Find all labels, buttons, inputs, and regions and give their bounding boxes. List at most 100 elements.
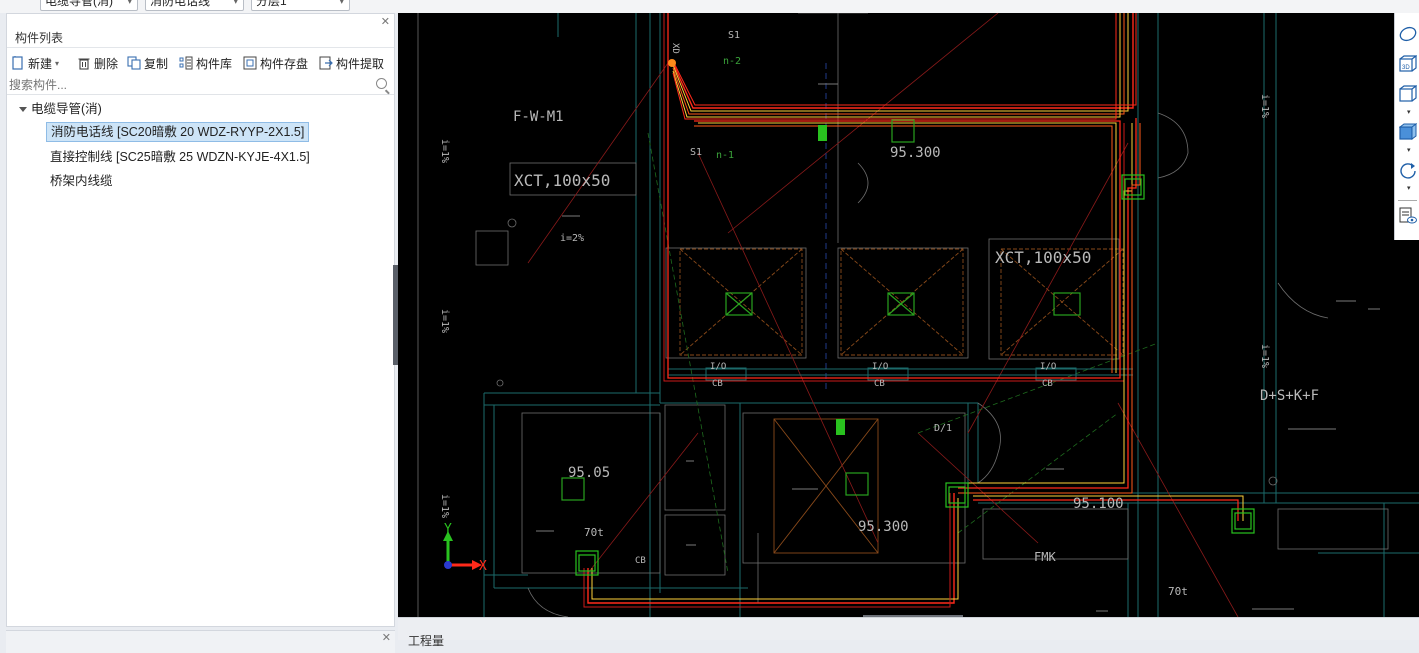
quantity-panel-header: 工程量: [398, 617, 1419, 648]
tree-root-label: 电缆导管(消): [31, 102, 102, 116]
label-n2: n-2: [723, 56, 741, 67]
tree-item-label: 消防电话线 [SC20暗敷 20 WDZ-RYYP-2X1.5]: [51, 125, 305, 139]
search-icon[interactable]: [376, 78, 387, 89]
component-list-body: 构件列表 ✕ 新建 ▾ 删除 复制 构件库 构件存盘 构件提取 搜索构件... …: [6, 13, 395, 627]
component-toolbar: 新建 ▾ 删除 复制 构件库 构件存盘 构件提取: [7, 52, 394, 74]
chevron-down-icon: ▾: [127, 0, 132, 6]
copy-button[interactable]: 复制: [127, 52, 168, 74]
copy-label: 复制: [144, 56, 169, 71]
tree-item-label: 直接控制线 [SC25暗敷 25 WDZN-KYJE-4X1.5]: [50, 150, 310, 164]
label-io: I/O: [710, 362, 726, 372]
cable-start-point: [668, 59, 676, 67]
tree-item-fire-phone-line[interactable]: 消防电话线 [SC20暗敷 20 WDZ-RYYP-2X1.5]: [46, 122, 310, 142]
label-cb: CB: [874, 379, 885, 389]
ucs-axis: Y X: [443, 522, 487, 574]
close-icon[interactable]: ✕: [382, 631, 391, 644]
label-elevation: 95.300: [858, 519, 909, 535]
cad-drawing-canvas[interactable]: F-W-M1 XCT,100x50 XCT,100x50 95.300 95.0…: [398, 13, 1419, 617]
solid-cube-icon[interactable]: [1398, 123, 1418, 141]
search-input[interactable]: [7, 77, 357, 93]
top-toolbar: 电缆导管(消) ▾ 消防电话线 ▾ 分层1 ▾: [0, 0, 1419, 13]
view-toolbar: 3D ▾ ▾ ▾: [1394, 13, 1419, 240]
tree-root-cable-conduit[interactable]: 电缆导管(消): [19, 99, 102, 119]
new-file-icon: [11, 56, 25, 70]
quantity-panel-title: 工程量: [408, 634, 445, 648]
axis-x-label: X: [479, 559, 487, 574]
3d-view-icon[interactable]: 3D: [1399, 55, 1418, 73]
label-io: I/O: [1040, 362, 1056, 372]
component-dropdown-value: 消防电话线: [150, 0, 211, 8]
chevron-down-icon[interactable]: ▾: [1407, 146, 1411, 154]
label-slope: i=1%: [439, 309, 450, 333]
label-s1: S1: [728, 30, 740, 41]
label-cb: CB: [1042, 379, 1053, 389]
label-70t: 70t: [1168, 585, 1188, 598]
new-label: 新建: [28, 56, 53, 71]
category-dropdown[interactable]: 电缆导管(消) ▾: [40, 0, 138, 11]
tree-item-direct-control-line[interactable]: 直接控制线 [SC25暗敷 25 WDZN-KYJE-4X1.5]: [50, 147, 310, 167]
cad-labels: F-W-M1 XCT,100x50 XCT,100x50 95.300 95.0…: [439, 30, 1319, 598]
tree-item-tray-cable[interactable]: 桥架内线缆: [50, 171, 113, 191]
label-d1: D/1: [934, 423, 952, 434]
secondary-panel-header: ✕: [6, 630, 395, 653]
save-component-icon: [243, 56, 257, 70]
orbit-icon[interactable]: [1399, 25, 1417, 43]
label-cb: CB: [712, 379, 723, 389]
divider: [1398, 200, 1417, 201]
tree-item-label: 桥架内线缆: [50, 174, 113, 188]
device-marker: [818, 125, 827, 141]
label-xd: XD: [670, 43, 680, 54]
extract-component-label: 构件提取: [336, 56, 385, 71]
label-slope: i=2%: [560, 233, 584, 244]
component-list-panel: 构件列表 ✕ 新建 ▾ 删除 复制 构件库 构件存盘 构件提取 搜索构件... …: [0, 13, 398, 653]
new-button[interactable]: 新建 ▾: [11, 52, 59, 74]
label-70t: 70t: [584, 526, 604, 539]
floor-dropdown-value: 分层1: [256, 0, 287, 8]
extract-component-button[interactable]: 构件提取: [319, 52, 384, 74]
label-xct-1: XCT,100x50: [514, 171, 610, 190]
category-dropdown-value: 电缆导管(消): [45, 0, 113, 8]
layer-visibility-icon[interactable]: [1399, 207, 1417, 225]
chevron-down-icon: ▾: [339, 0, 344, 6]
device-marker: [836, 419, 845, 435]
library-button[interactable]: 构件库: [179, 52, 232, 74]
svg-text:3D: 3D: [1402, 65, 1410, 71]
floor-dropdown[interactable]: 分层1 ▾: [251, 0, 350, 11]
delete-label: 删除: [94, 56, 119, 71]
label-fmk: FMK: [1034, 550, 1056, 564]
chevron-down-icon[interactable]: ▾: [1407, 108, 1411, 116]
save-component-button[interactable]: 构件存盘: [243, 52, 308, 74]
label-cb: CB: [635, 556, 646, 566]
component-search: [7, 77, 394, 95]
label-dskf: D+S+K+F: [1260, 388, 1319, 404]
label-elevation: 95.100: [1073, 496, 1124, 512]
delete-button[interactable]: 删除: [77, 52, 118, 74]
label-xct-2: XCT,100x50: [995, 248, 1091, 267]
label-elevation: 95.300: [890, 145, 941, 161]
label-io: I/O: [872, 362, 888, 372]
label-slope: i=1%: [439, 494, 450, 518]
save-component-label: 构件存盘: [260, 56, 309, 71]
panel-header: 构件列表 ✕: [7, 14, 394, 48]
label-slope: i=1%: [1259, 94, 1270, 118]
chevron-down-icon: ▾: [55, 58, 60, 68]
label-slope: i=1%: [439, 139, 450, 163]
label-elevation: 95.05: [568, 465, 610, 481]
rotate-icon[interactable]: [1399, 161, 1417, 179]
label-fwm: F-W-M1: [513, 109, 564, 125]
chevron-down-icon[interactable]: ▾: [1407, 184, 1411, 192]
library-label: 构件库: [196, 56, 233, 71]
extract-component-icon: [319, 56, 333, 70]
copy-icon: [127, 56, 141, 70]
equipment-boxes: [679, 248, 1124, 554]
cube-view-icon[interactable]: [1399, 85, 1418, 103]
trash-icon: [77, 56, 91, 70]
label-n1: n-1: [716, 150, 734, 161]
component-dropdown[interactable]: 消防电话线 ▾: [145, 0, 244, 11]
close-icon[interactable]: ✕: [381, 15, 390, 28]
chevron-down-icon: ▾: [233, 0, 238, 6]
expand-caret-icon[interactable]: [19, 107, 27, 113]
label-s1b: S1: [690, 147, 702, 158]
label-slope: i=1%: [1259, 344, 1270, 368]
library-icon: [179, 56, 193, 70]
